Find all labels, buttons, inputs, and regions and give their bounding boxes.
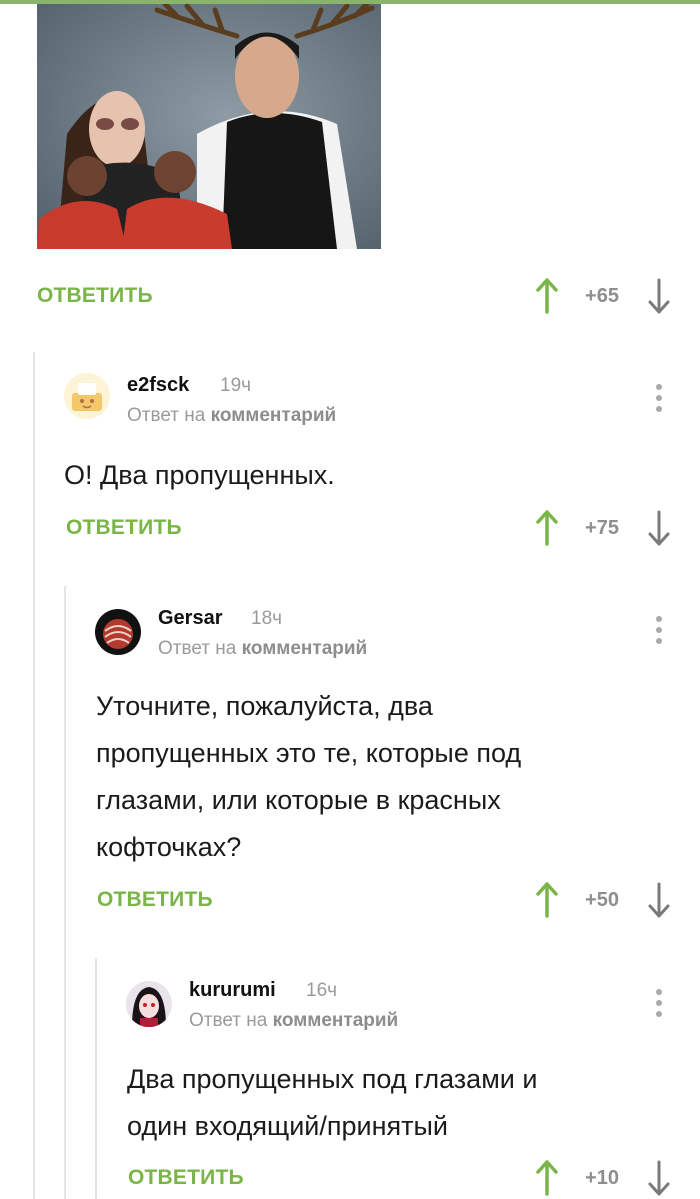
comment-author[interactable]: kururumi bbox=[189, 979, 276, 1002]
vote-down-icon[interactable] bbox=[647, 276, 671, 316]
comment-text: О! Два пропущенных. bbox=[64, 460, 335, 490]
avatar[interactable] bbox=[95, 609, 141, 655]
reply-to-link[interactable]: комментарий bbox=[211, 405, 337, 426]
reply-to-prefix: Ответ на bbox=[127, 405, 206, 426]
reply-to-link[interactable]: комментарий bbox=[242, 638, 368, 659]
more-options-icon[interactable] bbox=[654, 989, 664, 1023]
reply-to-link[interactable]: комментарий bbox=[273, 1010, 399, 1031]
reply-to-line: Ответ на комментарий bbox=[158, 638, 367, 660]
comment-text-line: один входящий/принятый bbox=[127, 1111, 448, 1141]
reply-button[interactable]: ОТВЕТИТЬ bbox=[37, 284, 153, 308]
comment-text-line: пропущенных это те, которые под bbox=[96, 738, 522, 768]
comment-text-line: Уточните, пожалуйста, два bbox=[96, 691, 433, 721]
reply-to-line: Ответ на комментарий bbox=[127, 405, 336, 427]
post-image[interactable] bbox=[37, 4, 381, 249]
score: +10 bbox=[585, 1167, 619, 1189]
vote-down-icon[interactable] bbox=[647, 1158, 671, 1198]
comment-text-line: Два пропущенных под глазами и bbox=[127, 1064, 538, 1094]
vote-up-icon[interactable] bbox=[535, 276, 559, 316]
comment-author[interactable]: e2fsck bbox=[127, 374, 189, 397]
reply-to-prefix: Ответ на bbox=[158, 638, 237, 659]
reply-button[interactable]: ОТВЕТИТЬ bbox=[97, 888, 213, 912]
vote-up-icon[interactable] bbox=[535, 508, 559, 548]
score: +65 bbox=[585, 285, 619, 307]
more-options-icon[interactable] bbox=[654, 616, 664, 650]
thread-line-level-2 bbox=[64, 586, 66, 1199]
score: +50 bbox=[585, 889, 619, 911]
score: +75 bbox=[585, 517, 619, 539]
thread-line-level-3 bbox=[95, 958, 97, 1199]
comment-actions: ОТВЕТИТЬ +10 bbox=[128, 1158, 677, 1198]
reply-button[interactable]: ОТВЕТИТЬ bbox=[66, 516, 182, 540]
more-options-icon[interactable] bbox=[654, 384, 664, 418]
avatar[interactable] bbox=[126, 981, 172, 1027]
thread-line-level-1 bbox=[33, 352, 35, 1199]
vote-down-icon[interactable] bbox=[647, 508, 671, 548]
reply-to-prefix: Ответ на bbox=[189, 1010, 268, 1031]
comment-time: 16ч bbox=[306, 980, 338, 1001]
comment-text-line: кофточках? bbox=[96, 832, 242, 862]
vote-up-icon[interactable] bbox=[535, 1158, 559, 1198]
comment-time: 19ч bbox=[220, 375, 252, 396]
reply-to-line: Ответ на комментарий bbox=[189, 1010, 398, 1032]
comment-time: 18ч bbox=[251, 608, 283, 629]
comment-actions: ОТВЕТИТЬ +75 bbox=[66, 508, 677, 548]
comment-text-line: глазами, или которые в красных bbox=[96, 785, 501, 815]
vote-up-icon[interactable] bbox=[535, 880, 559, 920]
avatar[interactable] bbox=[64, 373, 110, 419]
comment-author[interactable]: Gersar bbox=[158, 607, 223, 630]
vote-down-icon[interactable] bbox=[647, 880, 671, 920]
post-actions: ОТВЕТИТЬ +65 bbox=[37, 276, 677, 316]
comment-actions: ОТВЕТИТЬ +50 bbox=[97, 880, 677, 920]
reply-button[interactable]: ОТВЕТИТЬ bbox=[128, 1166, 244, 1190]
